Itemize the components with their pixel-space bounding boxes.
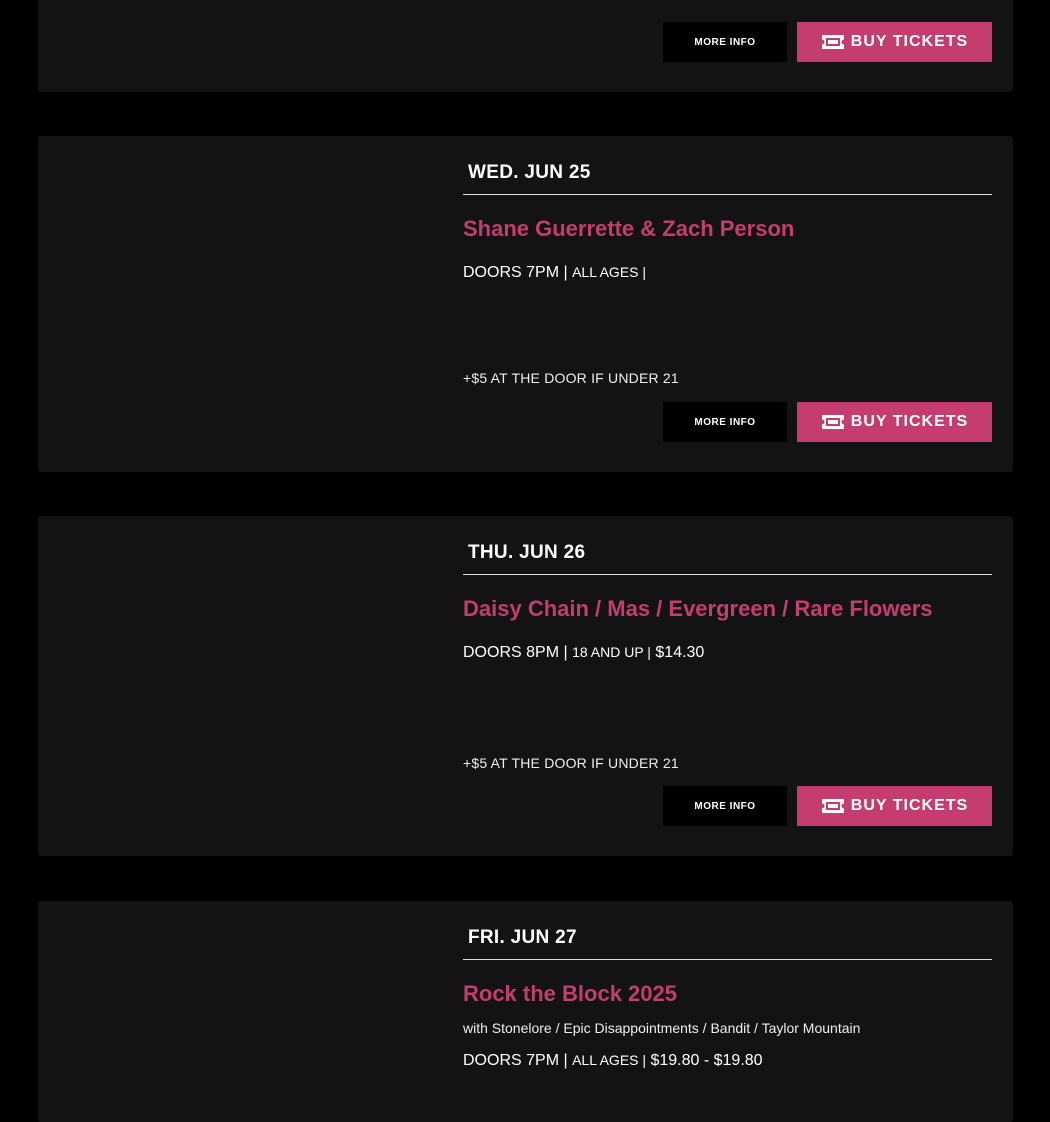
event-card: WED. JUN 25 Shane Guerrette & Zach Perso… (38, 136, 1013, 472)
more-info-button[interactable]: MORE INFO (663, 786, 787, 826)
age-restriction: ALL AGES | (572, 264, 647, 280)
age-restriction: 18 AND UP | (572, 644, 651, 660)
doors-time: DOORS 7PM | (463, 1052, 568, 1069)
age-restriction: ALL AGES | (572, 1052, 647, 1068)
event-date: FRI. JUN 27 (468, 927, 577, 948)
event-image[interactable] (38, 0, 438, 92)
doors-time: DOORS 7PM | (463, 264, 568, 281)
event-card: THU. JUN 26 Daisy Chain / Mas / Evergree… (38, 516, 1013, 856)
buy-tickets-label: BUY TICKETS (850, 33, 969, 50)
event-details: DOORS 7PM | ALL AGES | $19.80 - $19.80 (463, 1052, 763, 1070)
more-info-label: MORE INFO (694, 416, 756, 428)
event-details: DOORS 7PM | ALL AGES | (463, 264, 646, 282)
buy-tickets-label: BUY TICKETS (850, 797, 969, 814)
ticket-icon (821, 415, 844, 429)
buy-tickets-button[interactable]: BUY TICKETS (797, 22, 992, 62)
buy-tickets-label: BUY TICKETS (850, 413, 969, 430)
event-card: FRI. JUN 27 Rock the Block 2025 with Sto… (38, 901, 1013, 1122)
ticket-icon (821, 799, 844, 813)
event-date-row: THU. JUN 26 (463, 542, 992, 575)
buy-tickets-button[interactable]: BUY TICKETS (797, 402, 992, 442)
buy-tickets-button[interactable]: BUY TICKETS (797, 786, 992, 826)
event-title[interactable]: Rock the Block 2025 (463, 981, 677, 1007)
event-date-row: WED. JUN 25 (463, 162, 992, 195)
event-image[interactable] (38, 136, 438, 472)
under-21-note: +$5 AT THE DOOR IF UNDER 21 (463, 370, 679, 386)
doors-time: DOORS 8PM | (463, 644, 568, 661)
event-details: DOORS 8PM | 18 AND UP | $14.30 (463, 644, 704, 662)
event-date: WED. JUN 25 (468, 162, 591, 183)
supporting-acts: with Stonelore / Epic Disappointments / … (463, 1020, 861, 1036)
event-date-row: FRI. JUN 27 (463, 927, 992, 960)
event-image[interactable] (38, 901, 438, 1122)
event-date: THU. JUN 26 (468, 542, 586, 563)
more-info-label: MORE INFO (694, 800, 756, 812)
more-info-label: MORE INFO (694, 36, 756, 48)
event-listing-page: MORE INFO BUY TICKETS WED. JUN 25 Shane … (0, 0, 1050, 1122)
ticket-price: $19.80 - $19.80 (650, 1052, 763, 1069)
under-21-note: +$5 AT THE DOOR IF UNDER 21 (463, 755, 679, 771)
ticket-price: $14.30 (655, 644, 705, 661)
more-info-button[interactable]: MORE INFO (663, 402, 787, 442)
event-title[interactable]: Daisy Chain / Mas / Evergreen / Rare Flo… (463, 596, 933, 622)
event-image[interactable] (38, 516, 438, 856)
more-info-button[interactable]: MORE INFO (663, 22, 787, 62)
ticket-icon (821, 35, 844, 49)
event-card: MORE INFO BUY TICKETS (38, 0, 1013, 92)
event-title[interactable]: Shane Guerrette & Zach Person (463, 216, 794, 242)
